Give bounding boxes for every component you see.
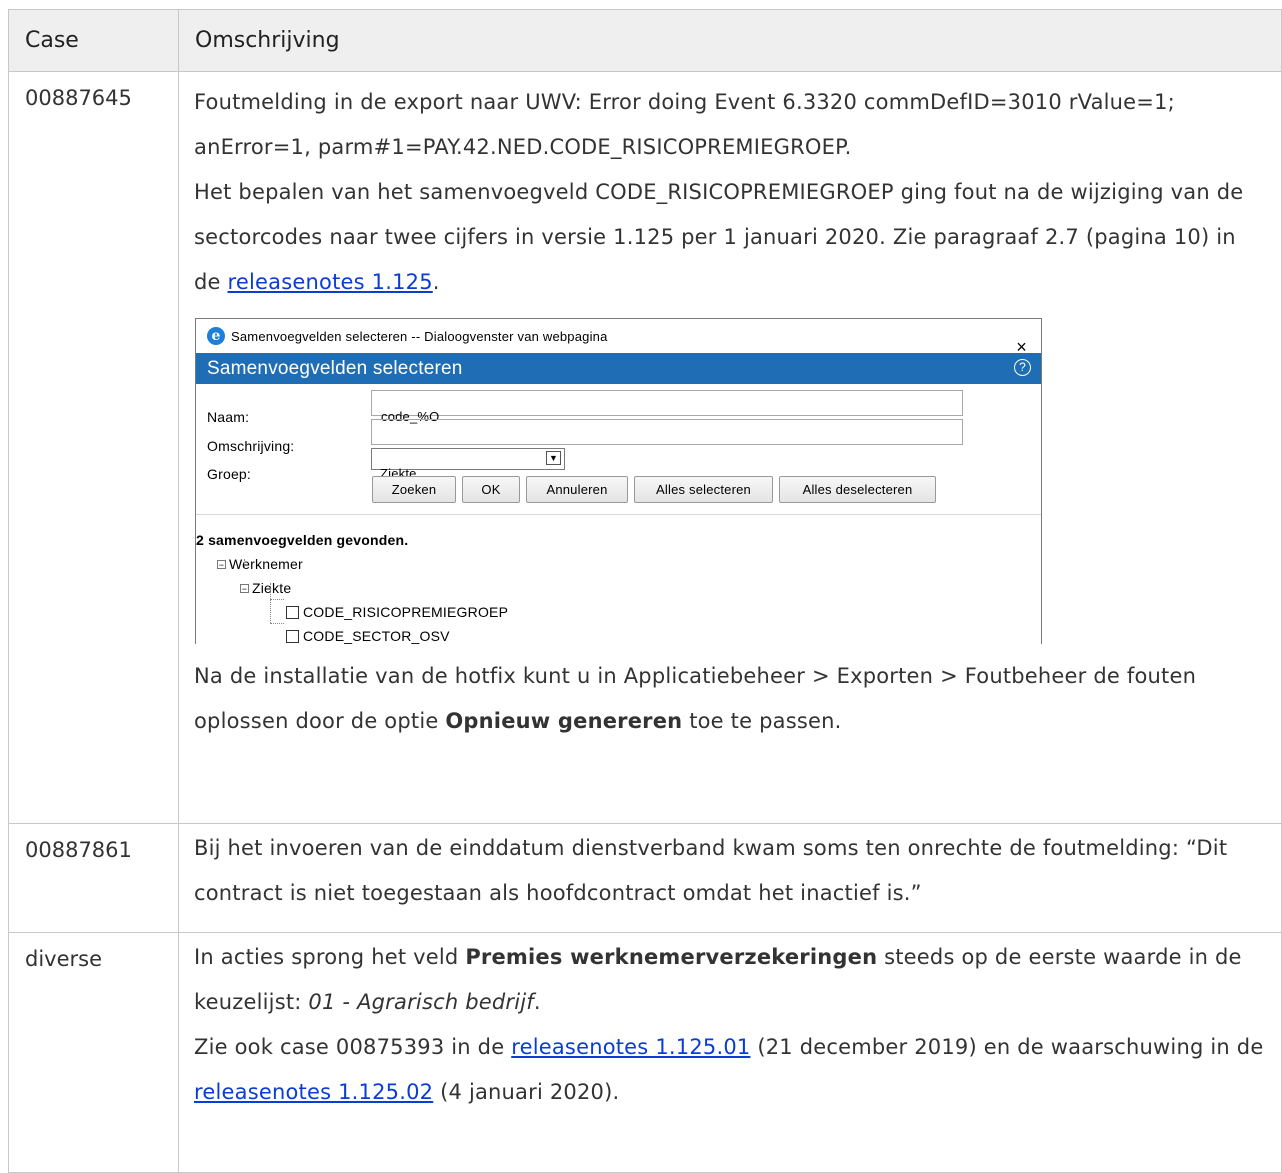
releasenotes-link[interactable]: releasenotes 1.125.01 — [511, 1035, 750, 1059]
case-cell: diverse — [8, 932, 179, 1173]
groep-label: Groep: — [207, 466, 251, 482]
naam-input[interactable]: code_%O — [371, 390, 963, 424]
tree-connector — [270, 583, 271, 623]
alles-selecteren-button[interactable]: Alles selecteren — [634, 476, 773, 503]
table-header-row: Case Omschrijving — [8, 9, 1282, 72]
paragraph: Zie ook case 00875393 in de releasenotes… — [194, 1035, 1264, 1104]
releasenotes-link[interactable]: releasenotes 1.125.02 — [194, 1080, 433, 1104]
annuleren-button[interactable]: Annuleren — [526, 476, 628, 503]
dialog-header: Samenvoegvelden selecteren ? — [196, 353, 1041, 384]
tree-connector — [270, 623, 284, 624]
case-cell: 00887861 — [8, 823, 179, 933]
tree-connector — [244, 559, 245, 569]
tree-node-ziekte[interactable]: − Ziekte — [240, 566, 291, 611]
table-row: 00887861 Bij het invoeren van de einddat… — [8, 823, 1282, 933]
results-tree: 2 samenvoegvelden gevonden. − Werknemer … — [196, 514, 1041, 644]
case-cell: 00887645 — [8, 71, 179, 824]
omschrijving-input[interactable] — [371, 419, 963, 445]
zoeken-button[interactable]: Zoeken — [372, 476, 456, 503]
checkbox[interactable] — [286, 630, 299, 643]
paragraph: Het bepalen van het samenvoegveld CODE_R… — [194, 180, 1244, 294]
header-description: Omschrijving — [178, 9, 1282, 72]
paragraph: Na de installatie van de hotfix kunt u i… — [194, 664, 1197, 733]
paragraph: In acties sprong het veld Premies werkne… — [194, 945, 1242, 1014]
dialog-screenshot: e Samenvoegvelden selecteren -- Dialoogv… — [195, 318, 1042, 644]
help-icon[interactable]: ? — [1014, 359, 1031, 376]
release-notes-table: Case Omschrijving 00887645 Foutmelding i… — [8, 9, 1282, 1173]
collapse-icon[interactable]: − — [240, 584, 249, 594]
paragraph: Bij het invoeren van de einddatum dienst… — [194, 836, 1228, 905]
collapse-icon[interactable]: − — [217, 560, 226, 570]
chevron-down-icon: ▼ — [546, 451, 561, 465]
paragraph: Foutmelding in de export naar UWV: Error… — [194, 90, 1175, 159]
alles-deselecteren-button[interactable]: Alles deselecteren — [779, 476, 936, 503]
description-cell: Foutmelding in de export naar UWV: Error… — [178, 71, 1282, 824]
tree-connector — [270, 599, 284, 600]
ok-button[interactable]: OK — [462, 476, 520, 503]
ie-icon: e — [207, 327, 225, 345]
description-cell: Bij het invoeren van de einddatum dienst… — [178, 823, 1282, 933]
search-form: Naam: code_%O Omschrijving: Groep: Ziekt… — [196, 384, 1041, 503]
table-row: diverse In acties sprong het veld Premie… — [8, 932, 1282, 1173]
button-row: Zoeken OK Annuleren Alles selecteren All… — [372, 476, 936, 503]
tree-item[interactable]: CODE_SECTOR_OSV — [286, 614, 450, 644]
table-row: 00887645 Foutmelding in de export naar U… — [8, 71, 1282, 824]
header-case: Case — [8, 9, 179, 72]
releasenotes-link[interactable]: releasenotes 1.125 — [228, 270, 433, 294]
groep-select[interactable]: Ziekte ▼ — [371, 448, 565, 481]
description-cell: In acties sprong het veld Premies werkne… — [178, 932, 1282, 1173]
